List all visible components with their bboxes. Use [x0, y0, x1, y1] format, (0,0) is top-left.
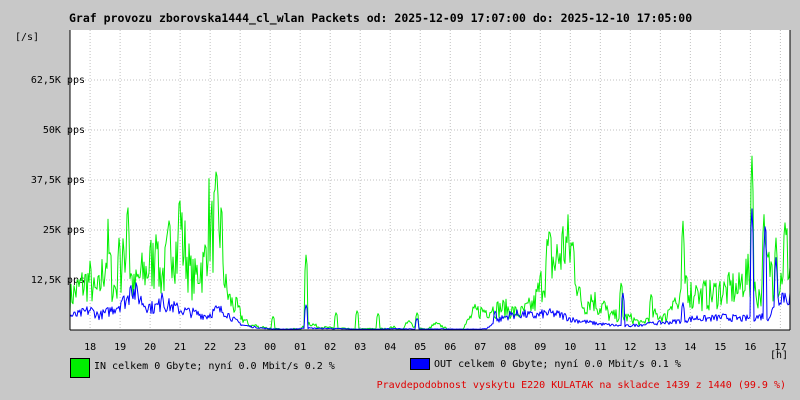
- x-tick-label: 08: [504, 342, 516, 353]
- legend-out: OUT celkem 0 Gbyte; nyní 0.0 Mbit/s 0.1 …: [410, 358, 681, 370]
- x-tick-label: 15: [714, 342, 726, 353]
- chart-title: Graf provozu zborovska1444_cl_wlan Packe…: [69, 11, 693, 25]
- x-tick-label: 19: [114, 342, 126, 353]
- x-tick-label: 18: [84, 342, 96, 353]
- legend-in-swatch: [70, 358, 90, 378]
- y-axis-unit: [/s]: [15, 32, 40, 43]
- x-tick-label: 12: [624, 342, 636, 353]
- x-tick-label: 03: [354, 342, 366, 353]
- x-tick-label: 22: [204, 342, 216, 353]
- x-tick-label: 00: [264, 342, 276, 353]
- x-tick-label: 11: [594, 342, 606, 353]
- x-tick-label: 10: [564, 342, 576, 353]
- x-tick-label: 01: [294, 342, 306, 353]
- x-axis-unit: [h]: [770, 350, 789, 361]
- y-tick-label: 50K pps: [43, 125, 85, 136]
- chart: 12,5K pps25K pps37,5K pps50K pps62,5K pp…: [31, 30, 791, 353]
- y-tick-label: 37,5K pps: [31, 175, 85, 186]
- x-tick-label: 05: [414, 342, 426, 353]
- x-tick-label: 06: [444, 342, 456, 353]
- x-tick-label: 20: [144, 342, 156, 353]
- x-tick-label: 04: [384, 342, 396, 353]
- legend-out-swatch: [410, 358, 430, 370]
- legend-in: IN celkem 0 Gbyte; nyní 0.0 Mbit/s 0.2 %: [70, 358, 335, 378]
- x-tick-label: 02: [324, 342, 336, 353]
- x-tick-label: 14: [684, 342, 696, 353]
- x-tick-label: 21: [174, 342, 186, 353]
- y-tick-label: 25K pps: [43, 225, 85, 236]
- x-tick-label: 09: [534, 342, 546, 353]
- footnote: Pravdepodobnost vyskytu E220 KULATAK na …: [376, 380, 786, 391]
- x-tick-label: 23: [234, 342, 246, 353]
- legend-out-label: OUT celkem 0 Gbyte; nyní 0.0 Mbit/s 0.1 …: [434, 359, 681, 370]
- x-tick-label: 16: [744, 342, 756, 353]
- x-tick-label: 07: [474, 342, 486, 353]
- legend-in-label: IN celkem 0 Gbyte; nyní 0.0 Mbit/s 0.2 %: [94, 361, 335, 372]
- y-tick-label: 62,5K pps: [31, 75, 85, 86]
- x-tick-label: 13: [654, 342, 666, 353]
